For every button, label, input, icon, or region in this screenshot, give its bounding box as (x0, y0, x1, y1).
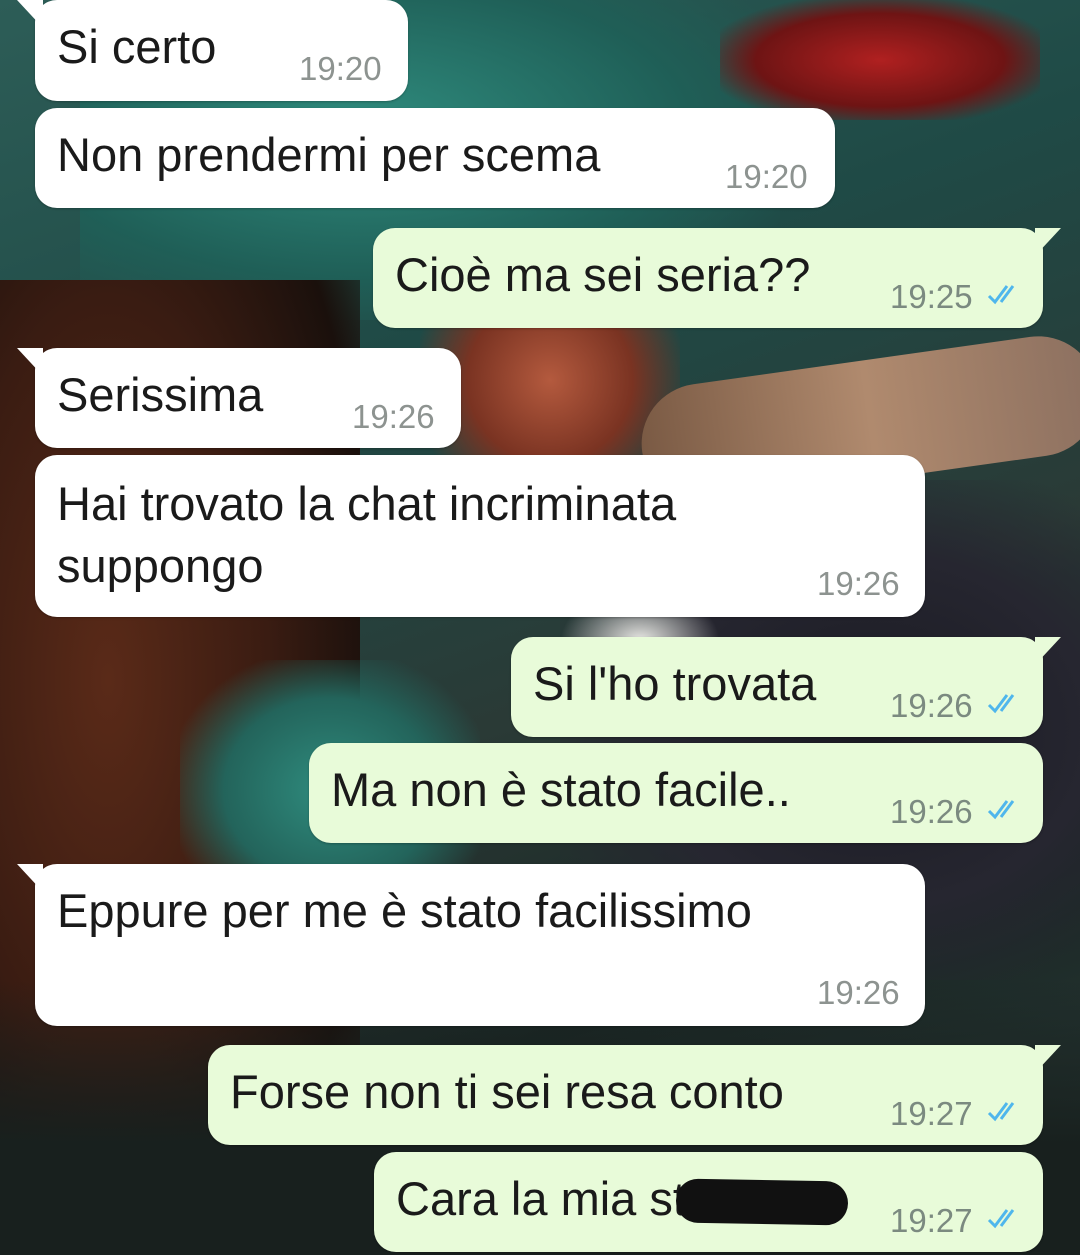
message-bubble-incoming[interactable]: Eppure per me è stato facilissimo 19:26 (17, 864, 925, 1026)
message-time: 19:26 (817, 565, 900, 602)
message-time: 19:26 (352, 398, 435, 435)
message-time: 19:26 (817, 974, 900, 1011)
message-time: 19:26 (890, 793, 973, 830)
message-text: Ma non è stato facile.. (331, 763, 791, 816)
double-check-icon (987, 1102, 1015, 1122)
message-bubble-incoming[interactable]: Hai trovato la chat incriminata suppongo… (35, 455, 925, 617)
message-bubble-incoming[interactable]: Si certo 19:20 (17, 0, 408, 101)
message-time: 19:27 (890, 1202, 973, 1239)
message-text: Hai trovato la chat incriminata suppongo (57, 477, 677, 592)
double-check-icon (987, 694, 1015, 714)
message-bubble-outgoing[interactable]: Si l'ho trovata 19:26 (511, 637, 1061, 737)
double-check-icon (987, 800, 1015, 820)
redaction-scribble (675, 1178, 849, 1226)
message-time: 19:20 (299, 50, 382, 87)
message-text: Serissima (57, 368, 264, 421)
message-text: Non prendermi per scema (57, 128, 601, 181)
double-check-icon (987, 285, 1015, 305)
message-bubble-outgoing[interactable]: Forse non ti sei resa conto 19:27 (208, 1045, 1061, 1145)
message-time: 19:27 (890, 1095, 973, 1132)
message-bubble-incoming[interactable]: Non prendermi per scema 19:20 (35, 108, 835, 208)
message-text: Cara la mia st (396, 1172, 686, 1225)
message-text: Forse non ti sei resa conto (230, 1065, 784, 1118)
double-check-icon (987, 1209, 1015, 1229)
message-bubble-incoming[interactable]: Serissima 19:26 (17, 348, 461, 448)
message-text: Si l'ho trovata (533, 657, 817, 710)
message-time: 19:26 (890, 687, 973, 724)
message-text: Si certo (57, 20, 217, 73)
message-text: Cioè ma sei seria?? (395, 248, 811, 301)
message-time: 19:20 (725, 158, 808, 195)
message-time: 19:25 (890, 278, 973, 315)
message-bubble-outgoing[interactable]: Cioè ma sei seria?? 19:25 (373, 228, 1061, 328)
message-bubble-outgoing[interactable]: Ma non è stato facile.. 19:26 (309, 743, 1043, 843)
message-text: Eppure per me è stato facilissimo (57, 884, 752, 937)
